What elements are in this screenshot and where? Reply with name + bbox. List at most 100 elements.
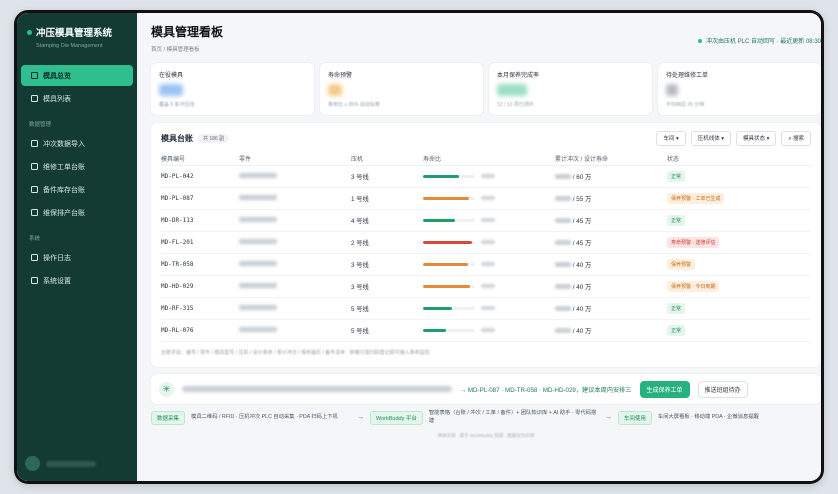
filter-workshop[interactable]: 车间 ▾: [656, 131, 686, 146]
part-name-blurred: [239, 238, 277, 244]
die-table: 模具编号 零件 压机 寿命比 累计冲次 / 设计寿命 状态 MD-PL-042 3…: [161, 152, 811, 342]
life-ratio-track: [423, 284, 475, 288]
part-name-blurred: [239, 260, 277, 266]
footer-note: 简单示例 · 基于 WorkBuddy 搭建 · 数据仅为示例: [437, 433, 535, 439]
col-part[interactable]: 零件: [239, 152, 351, 166]
life-ratio-value-blurred: [481, 328, 495, 332]
cell-die-id: MD-RF-315: [161, 297, 239, 320]
kpi-value-blurred: [497, 84, 527, 96]
user-name-blurred: [46, 460, 96, 467]
cell-press: 5 号线: [351, 319, 423, 342]
cell-status: 正常: [667, 209, 811, 232]
col-strokes[interactable]: 累计冲次 / 设计寿命: [555, 152, 667, 166]
sidebar-item-label: 维修工单台账: [43, 163, 85, 171]
count-badge: 共 186 副: [198, 134, 230, 143]
kpi-label: 待处理维修工单: [666, 73, 709, 79]
cell-die-id: MD-PL-042: [161, 165, 239, 188]
life-ratio-track: [423, 306, 475, 310]
sidebar-item-die-overview[interactable]: 模具总览: [21, 65, 133, 86]
col-status[interactable]: 状态: [667, 152, 811, 166]
table-body: MD-PL-042 3 号线 / 60 万正常 MD-PL-087 1 号线 / 55…: [161, 165, 811, 342]
kpi-card-pending-orders[interactable]: 待处理维修工单 平均响应 26 分钟: [658, 63, 821, 115]
cell-life-ratio: [423, 319, 555, 342]
cell-life-ratio: [423, 209, 555, 232]
col-die-id[interactable]: 模具编号: [161, 152, 239, 166]
design-life: 40 万: [576, 283, 592, 291]
checkbox-icon: [31, 254, 38, 261]
user-profile[interactable]: [25, 456, 96, 471]
life-ratio-track: [423, 196, 475, 200]
sidebar-item-spares-ledger[interactable]: 备件库存台账: [21, 179, 133, 200]
cell-strokes: / 40 万: [555, 319, 667, 342]
cell-life-ratio: [423, 275, 555, 298]
sidebar-item-repair-ledger[interactable]: 维修工单台账: [21, 156, 133, 177]
table-row[interactable]: MD-FL-201 2 号线 / 45 万寿命预警 · 送修评估: [161, 231, 811, 254]
sidebar-item-operation-log[interactable]: 操作日志: [21, 247, 133, 268]
status-badge: 保养预警 · 工单已生成: [667, 192, 725, 204]
life-ratio-track: [423, 240, 475, 244]
checkbox-icon: [31, 72, 38, 79]
search-button[interactable]: ⌕ 搜索: [781, 131, 811, 146]
filter-bar: 车间 ▾ 压机线体 ▾ 模具状态 ▾ ⌕ 搜索: [656, 131, 811, 146]
cell-status: 保养预警 · 工单已生成: [667, 187, 811, 210]
kpi-foot: 平均响应 26 分钟: [666, 102, 705, 108]
push-todo-button[interactable]: 推送班组待办: [697, 380, 748, 398]
design-life: 40 万: [576, 327, 592, 335]
life-ratio-track: [423, 174, 475, 178]
life-ratio-bar-group: [423, 240, 555, 244]
sidebar-item-die-list[interactable]: 模具列表: [21, 88, 133, 109]
table-row[interactable]: MD-RL-076 5 号线 / 40 万正常: [161, 319, 811, 342]
life-ratio-fill: [423, 240, 473, 244]
sidebar-item-label: 系统设置: [43, 277, 71, 285]
checkbox-icon: [31, 95, 38, 102]
arrow-right-icon: →: [357, 414, 365, 422]
main-content: 模具管理看板 首页 / 模具管理看板 冲次由压机 PLC 自动回写 · 最近更新…: [137, 13, 821, 481]
filter-press-line[interactable]: 压机线体 ▾: [690, 131, 732, 146]
filter-die-status[interactable]: 模具状态 ▾: [736, 131, 777, 146]
table-row[interactable]: MD-HD-029 3 号线 / 40 万保养预警 · 今日到期: [161, 275, 811, 298]
sidebar-item-maintenance-schedule[interactable]: 维保排产台账: [21, 202, 133, 223]
checkbox-icon: [31, 163, 38, 170]
status-badge: 寿命预警 · 送修评估: [667, 236, 720, 248]
kpi-card-in-service[interactable]: 在役模具 覆盖 5 条冲压线: [151, 63, 314, 115]
design-life: 45 万: [576, 217, 592, 225]
kpi-foot: 12 / 13 项已闭环: [497, 102, 534, 108]
cell-die-id: MD-TR-058: [161, 253, 239, 276]
col-press[interactable]: 压机: [351, 152, 423, 166]
cell-part: [239, 319, 351, 342]
table-row[interactable]: MD-DR-113 4 号线 / 45 万正常: [161, 209, 811, 232]
create-work-order-button[interactable]: 生成保养工单: [639, 380, 690, 398]
sidebar-item-stroke-import[interactable]: 冲次数据导入: [21, 133, 133, 154]
cell-status: 正常: [667, 165, 811, 188]
kpi-foot: 覆盖 5 条冲压线: [159, 102, 195, 108]
table-row[interactable]: MD-PL-087 1 号线 / 55 万保养预警 · 工单已生成: [161, 187, 811, 210]
panel-header: 模具台账共 186 副 车间 ▾ 压机线体 ▾ 模具状态 ▾ ⌕ 搜索: [161, 131, 811, 146]
table-row[interactable]: MD-PL-042 3 号线 / 60 万正常: [161, 165, 811, 188]
design-life: 60 万: [576, 173, 592, 181]
table-row[interactable]: MD-RF-315 5 号线 / 40 万正常: [161, 297, 811, 320]
kpi-card-maintenance-rate[interactable]: 本月保养完成率 12 / 13 项已闭环: [489, 63, 652, 115]
cell-strokes: / 40 万: [555, 297, 667, 320]
breadcrumb[interactable]: 首页 / 模具管理看板: [151, 45, 223, 53]
table-row[interactable]: MD-TR-058 3 号线 / 40 万保养预警: [161, 253, 811, 276]
cell-press: 5 号线: [351, 297, 423, 320]
life-ratio-bar-group: [423, 328, 555, 332]
kpi-card-life-warning[interactable]: 寿命预警 寿命比 ≥ 85% 自动标黄: [320, 63, 483, 115]
kpi-label: 寿命预警: [328, 73, 353, 79]
sidebar-item-settings[interactable]: 系统设置: [21, 270, 133, 291]
sync-status: 冲次由压机 PLC 自动回写 · 最近更新 08:30: [697, 28, 821, 53]
part-name-blurred: [239, 326, 277, 332]
life-ratio-value-blurred: [481, 196, 495, 200]
cell-press: 3 号线: [351, 275, 423, 298]
sidebar-nav: 模具总览 模具列表 数据管理 冲次数据导入 维修工单台账 备件库存台账 维保排产…: [17, 65, 137, 291]
part-name-blurred: [239, 282, 277, 288]
col-life-ratio[interactable]: 寿命比: [423, 152, 555, 166]
cell-part: [239, 209, 351, 232]
life-ratio-track: [423, 262, 475, 266]
part-name-blurred: [239, 216, 277, 222]
status-badge: 正常: [667, 324, 686, 336]
cell-life-ratio: [423, 297, 555, 320]
cell-part: [239, 231, 351, 254]
life-ratio-track: [423, 218, 475, 222]
sidebar-item-label: 冲次数据导入: [43, 140, 85, 148]
